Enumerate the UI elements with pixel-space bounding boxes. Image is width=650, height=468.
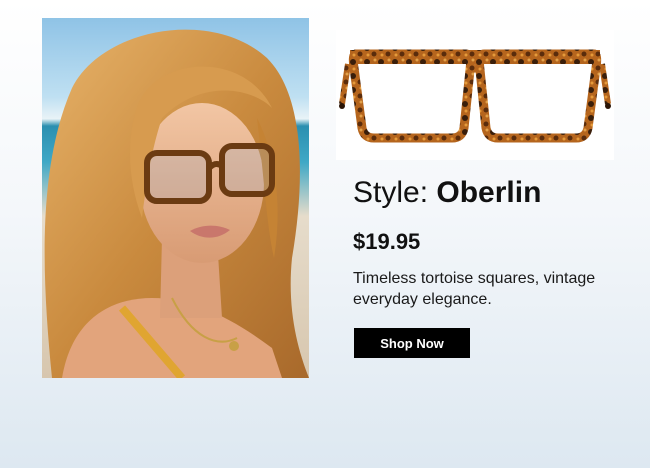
style-name: Oberlin [436,176,542,209]
product-image [336,30,614,160]
style-prefix: Style: [353,176,437,209]
eyeglasses-illustration [339,49,611,143]
style-title: Style: Oberlin [353,174,541,212]
model-illustration [44,29,309,378]
product-description: Timeless tortoise squares, vintage every… [353,270,596,308]
price: $19.95 [353,229,421,254]
shop-now-button[interactable]: Shop Now [354,328,470,358]
model-photo [42,18,309,378]
